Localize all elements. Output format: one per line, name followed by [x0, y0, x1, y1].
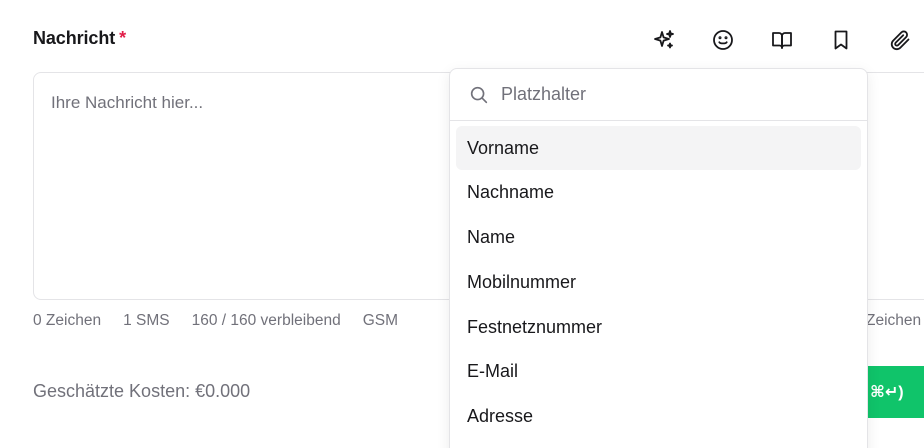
attach-button[interactable]: [884, 24, 916, 56]
placeholder-option[interactable]: Festnetznummer: [456, 305, 861, 349]
estimated-cost: Geschätzte Kosten: €0.000: [33, 381, 251, 401]
send-button-label: ⌘↵): [870, 384, 904, 401]
smiley-icon: [713, 30, 733, 50]
char-info-right: Zeichen: [866, 312, 922, 329]
emoji-button[interactable]: [707, 24, 739, 56]
placeholder-option[interactable]: Nachname: [456, 171, 861, 215]
placeholder-options: Vorname Nachname Name Mobilnummer Festne…: [450, 121, 867, 445]
search-icon: [470, 86, 488, 103]
templates-button[interactable]: [766, 24, 798, 56]
placeholder-option[interactable]: Adresse: [456, 395, 861, 439]
bookmark-button[interactable]: [825, 24, 857, 56]
book-icon: [772, 32, 792, 49]
ai-assist-button[interactable]: [648, 24, 680, 56]
message-label-text: Nachricht: [33, 28, 116, 48]
char-count: 0 Zeichen: [33, 312, 102, 329]
placeholder-option[interactable]: E-Mail: [456, 350, 861, 394]
message-placeholder: Ihre Nachricht hier...: [51, 93, 204, 112]
sms-count: 1 SMS: [123, 312, 170, 329]
encoding-badge: GSM: [362, 312, 398, 329]
send-button[interactable]: ⌘↵): [862, 366, 924, 418]
paperclip-icon: [890, 30, 910, 51]
message-stats: 0 Zeichen 1 SMS 160 / 160 verbleibend GS…: [33, 312, 420, 330]
placeholder-option[interactable]: Vorname: [456, 126, 861, 170]
sparkles-icon: [654, 30, 674, 49]
placeholder-search-row: [450, 69, 867, 121]
remaining-count: 160 / 160 verbleibend: [191, 312, 341, 329]
bookmark-icon: [834, 30, 848, 50]
editor-toolbar: [648, 24, 924, 56]
placeholder-option[interactable]: Name: [456, 216, 861, 260]
required-marker: *: [119, 28, 127, 48]
message-label: Nachricht *: [33, 28, 126, 49]
placeholder-option[interactable]: Mobilnummer: [456, 260, 861, 304]
placeholder-menu: Vorname Nachname Name Mobilnummer Festne…: [449, 68, 868, 448]
placeholder-search-input[interactable]: [501, 84, 841, 105]
